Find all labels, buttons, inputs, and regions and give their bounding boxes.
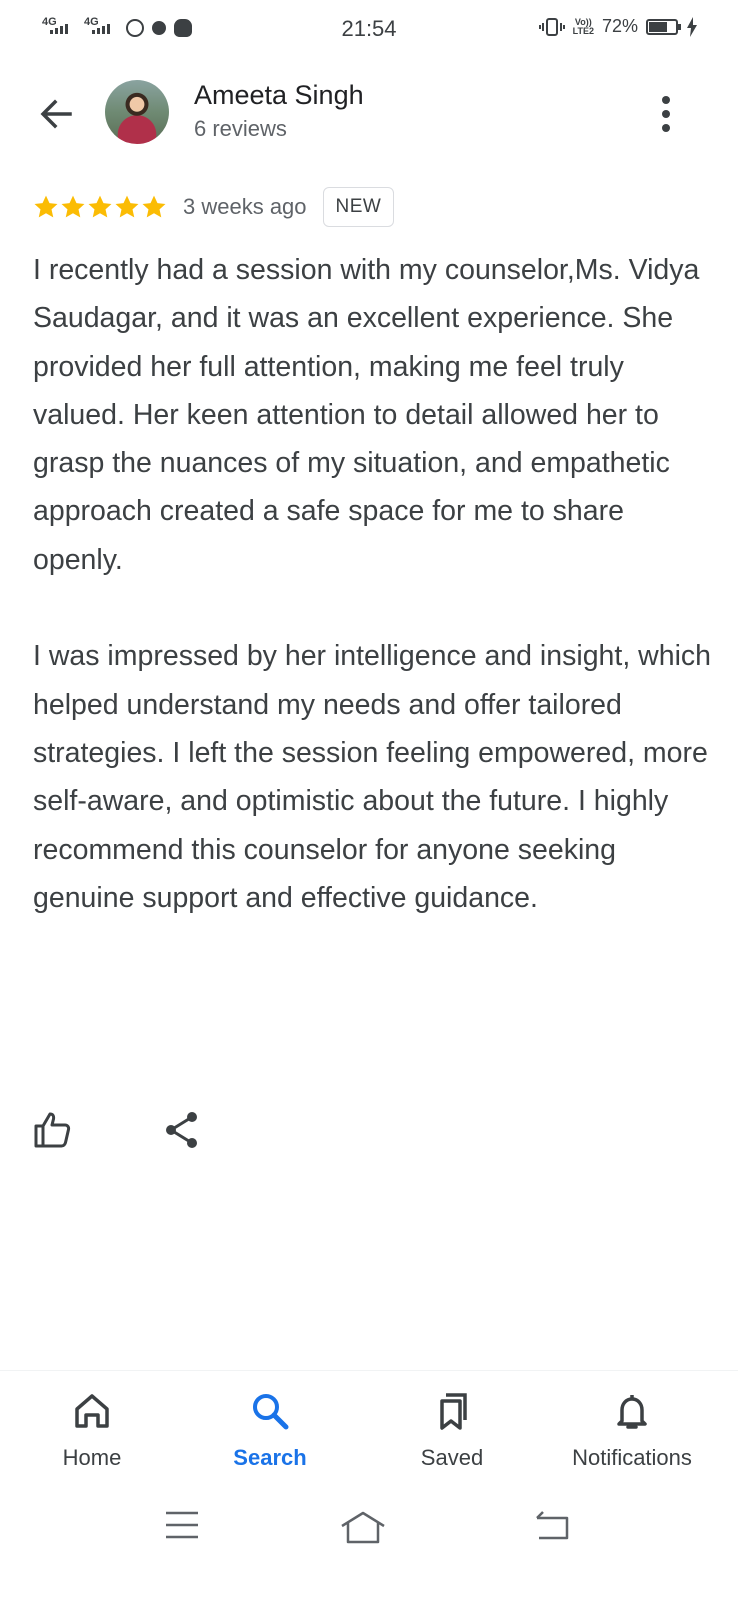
bottom-navigation: Home Search Saved Notifications	[0, 1370, 738, 1499]
battery-icon	[646, 18, 681, 35]
system-back-icon[interactable]	[533, 1510, 573, 1542]
tab-search-label: Search	[233, 1445, 307, 1470]
avatar[interactable]	[105, 80, 169, 144]
search-icon	[253, 1394, 289, 1430]
system-home-icon[interactable]	[339, 1510, 387, 1546]
star-rating	[33, 194, 167, 220]
battery-fill	[649, 21, 668, 32]
bell-icon	[617, 1395, 647, 1429]
tab-home[interactable]: Home	[0, 1371, 184, 1499]
review-meta: 3 weeks ago NEW	[33, 186, 395, 228]
new-badge: NEW	[322, 187, 395, 227]
star-icon	[115, 195, 139, 218]
author-review-count[interactable]: 6 reviews	[194, 116, 287, 142]
star-icon	[34, 195, 58, 218]
tab-saved[interactable]: Saved	[360, 1371, 544, 1499]
menu-icon[interactable]	[164, 1510, 200, 1540]
review-text: I recently had a session with my counsel…	[33, 246, 713, 922]
share-icon[interactable]	[162, 1110, 202, 1150]
tab-home-label: Home	[62, 1445, 122, 1470]
more-vert-icon[interactable]	[650, 92, 682, 136]
system-navigation-bar	[0, 1498, 738, 1600]
back-arrow-icon[interactable]	[34, 92, 78, 136]
star-icon	[88, 195, 112, 218]
thumb-up-icon[interactable]	[33, 1110, 73, 1150]
status-bar: 4G 4G 21:54 Vo)) LTE2 72%	[0, 0, 738, 58]
home-icon	[75, 1394, 109, 1428]
volte-icon: Vo)) LTE2	[572, 17, 594, 36]
review-paragraph-1: I recently had a session with my counsel…	[33, 254, 700, 576]
status-right: Vo)) LTE2 72%	[538, 16, 698, 37]
tab-notifications[interactable]: Notifications	[540, 1371, 724, 1499]
star-icon	[61, 195, 85, 218]
charging-icon	[687, 16, 697, 37]
volte-bottom: LTE2	[572, 25, 594, 36]
tab-search[interactable]: Search	[178, 1371, 362, 1499]
bookmarks-icon	[440, 1393, 467, 1430]
review-paragraph-2: I was impressed by her intelligence and …	[33, 640, 712, 914]
vibrate-icon	[538, 17, 565, 36]
tab-notifications-label: Notifications	[572, 1445, 692, 1470]
author-name[interactable]: Ameeta Singh	[194, 80, 364, 111]
review-time: 3 weeks ago	[183, 194, 307, 219]
tab-saved-label: Saved	[420, 1445, 484, 1470]
battery-percent: 72%	[601, 16, 638, 36]
star-icon	[142, 195, 166, 218]
